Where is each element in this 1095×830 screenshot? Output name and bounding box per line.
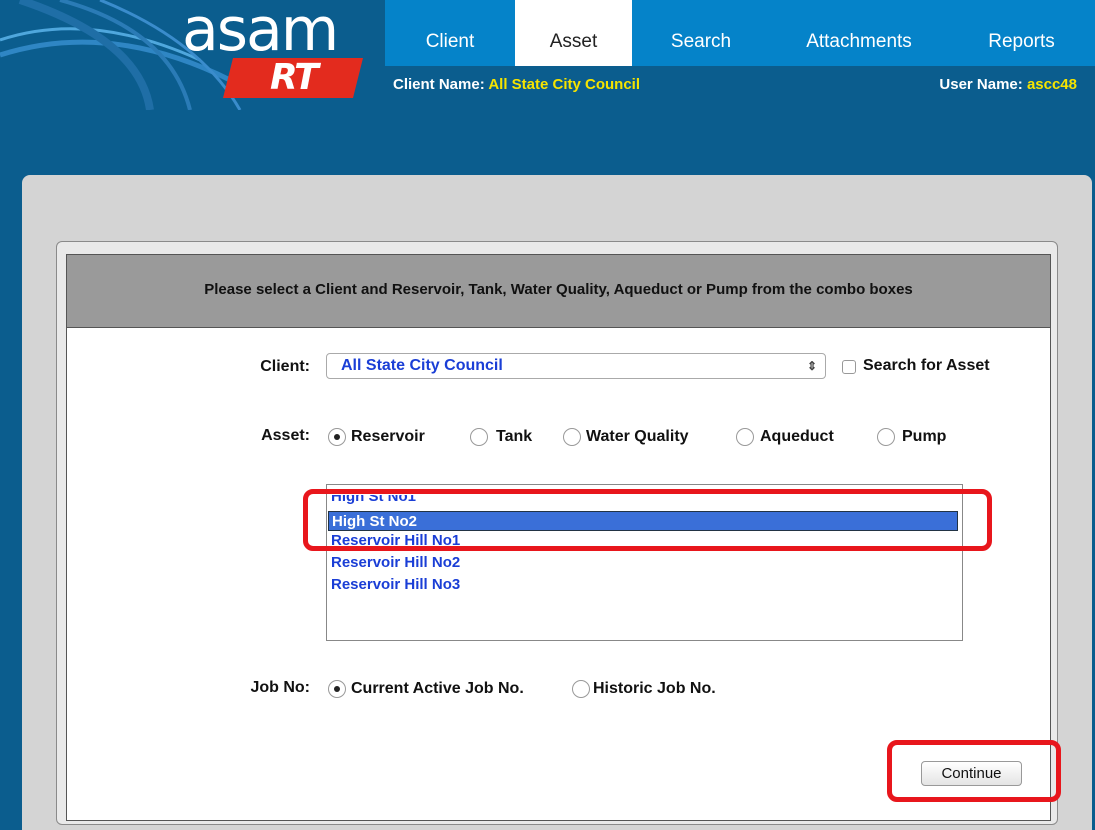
asset-radio-reservoir-label: Reservoir bbox=[351, 428, 425, 445]
list-item[interactable]: Reservoir Hill No2 bbox=[331, 553, 460, 573]
client-label: Client: bbox=[260, 358, 310, 375]
tab-attachments[interactable]: Attachments bbox=[770, 0, 948, 66]
asset-radio-tank[interactable] bbox=[470, 428, 488, 446]
tab-search[interactable]: Search bbox=[632, 0, 770, 66]
job-radio-historic[interactable] bbox=[572, 680, 590, 698]
panel-header: Please select a Client and Reservoir, Ta… bbox=[67, 255, 1050, 328]
user-name-value: ascc48 bbox=[1026, 76, 1077, 93]
tab-asset[interactable]: Asset bbox=[515, 0, 632, 66]
search-for-asset-label: Search for Asset bbox=[863, 357, 990, 374]
list-item[interactable]: Reservoir Hill No3 bbox=[331, 575, 460, 595]
tab-client[interactable]: Client bbox=[385, 0, 515, 66]
asset-radio-pump-label: Pump bbox=[902, 428, 947, 445]
logo: asam RT bbox=[0, 0, 380, 110]
client-select-value: All State City Council bbox=[341, 357, 503, 374]
asset-radio-aqueduct[interactable] bbox=[736, 428, 754, 446]
highlight-annotation bbox=[887, 740, 1061, 802]
job-radio-historic-label: Historic Job No. bbox=[593, 680, 716, 697]
client-name-label: Client Name: bbox=[393, 76, 485, 93]
job-no-label: Job No: bbox=[250, 679, 310, 696]
logo-rt-text: RT bbox=[270, 57, 319, 98]
asset-radio-reservoir[interactable] bbox=[328, 428, 346, 446]
client-select[interactable]: All State City Council ⇕ bbox=[326, 353, 826, 379]
asset-label: Asset: bbox=[261, 427, 310, 444]
main-nav: Client Asset Search Attachments Reports bbox=[385, 0, 1095, 66]
logo-text: asam bbox=[182, 0, 339, 65]
search-for-asset-checkbox[interactable] bbox=[842, 360, 856, 374]
asset-radio-aqueduct-label: Aqueduct bbox=[760, 428, 834, 445]
asset-radio-pump[interactable] bbox=[877, 428, 895, 446]
highlight-annotation bbox=[303, 489, 992, 551]
client-name-display: Client Name: All State City Council bbox=[393, 76, 640, 93]
client-name-value: All State City Council bbox=[488, 76, 640, 93]
tab-reports[interactable]: Reports bbox=[948, 0, 1095, 66]
user-name-display: User Name: ascc48 bbox=[939, 76, 1077, 93]
app-header: asam RT Client Asset Search Attachments … bbox=[0, 0, 1095, 175]
asset-radio-water-quality-label: Water Quality bbox=[586, 428, 689, 445]
job-radio-current-label: Current Active Job No. bbox=[351, 680, 524, 697]
asset-radio-tank-label: Tank bbox=[496, 428, 533, 445]
info-bar: Client Name: All State City Council User… bbox=[385, 66, 1095, 106]
select-updown-icon: ⇕ bbox=[806, 359, 817, 373]
asset-radio-water-quality[interactable] bbox=[563, 428, 581, 446]
user-name-label: User Name: bbox=[939, 76, 1023, 93]
job-radio-current[interactable] bbox=[328, 680, 346, 698]
